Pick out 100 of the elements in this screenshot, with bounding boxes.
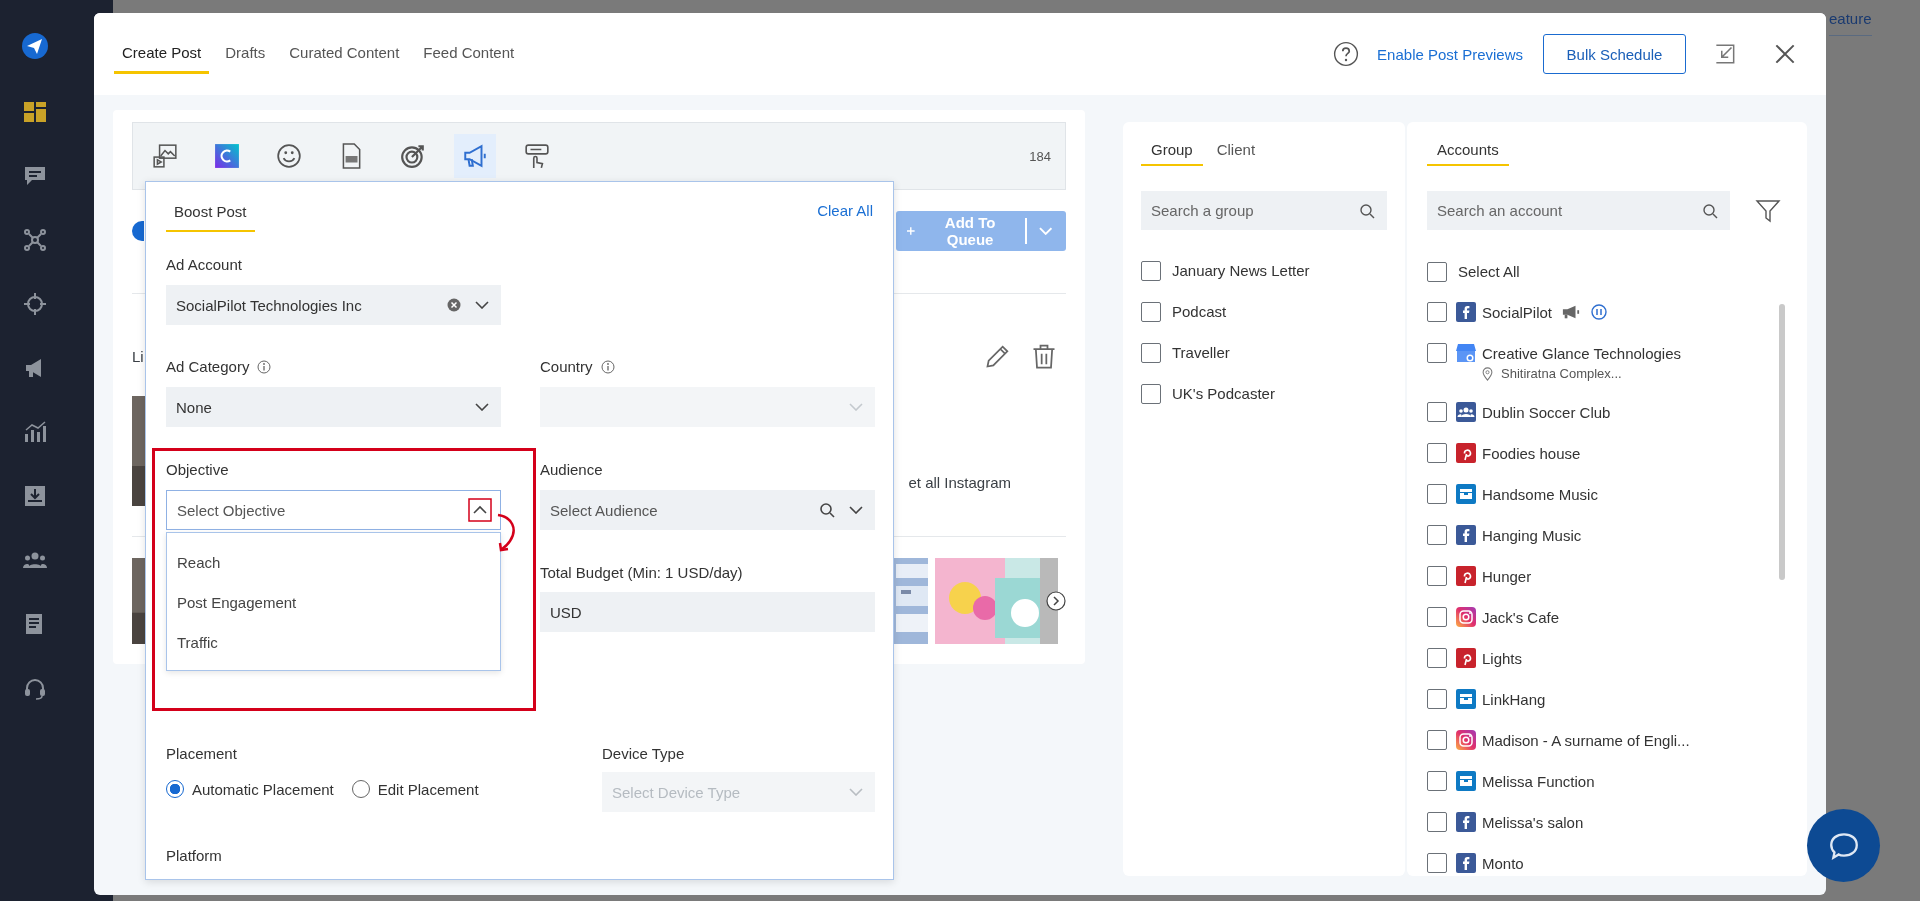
toggle-switch[interactable] bbox=[132, 221, 144, 241]
search-icon[interactable] bbox=[1702, 203, 1718, 219]
ad-account-select[interactable]: SocialPilot Technologies Inc bbox=[166, 285, 501, 325]
checkbox[interactable] bbox=[1427, 812, 1447, 832]
objective-select[interactable]: Select Objective bbox=[166, 490, 501, 530]
checkbox[interactable] bbox=[1427, 302, 1447, 322]
clear-all-link[interactable]: Clear All bbox=[817, 201, 873, 219]
dropdown-option[interactable]: Traffic bbox=[167, 623, 500, 663]
group-name[interactable]: Traveller bbox=[1172, 344, 1230, 361]
facebook-icon bbox=[1456, 853, 1476, 873]
checkbox[interactable] bbox=[1141, 342, 1161, 363]
caret-icon[interactable] bbox=[468, 498, 492, 522]
checkbox[interactable] bbox=[1427, 525, 1447, 545]
briefcase-icon bbox=[1456, 484, 1476, 504]
tab[interactable]: Feed Content bbox=[415, 34, 523, 74]
group-name[interactable]: January News Letter bbox=[1172, 262, 1310, 279]
media-icon[interactable] bbox=[152, 143, 178, 169]
briefcase-icon bbox=[1456, 771, 1476, 791]
account-name[interactable]: Jack's Cafe bbox=[1482, 608, 1560, 626]
ad-category-select[interactable]: None bbox=[166, 387, 501, 427]
dashboard-icon[interactable] bbox=[22, 100, 47, 124]
instagram-icon bbox=[1456, 730, 1476, 750]
checkbox[interactable] bbox=[1141, 301, 1161, 322]
next-icon[interactable] bbox=[1046, 591, 1066, 611]
emoji-icon[interactable] bbox=[276, 143, 302, 169]
search-icon[interactable] bbox=[1359, 203, 1375, 219]
info-icon[interactable] bbox=[600, 360, 615, 374]
account-name[interactable]: Hanging Music bbox=[1482, 526, 1582, 544]
chart-icon[interactable] bbox=[22, 420, 47, 444]
pause-icon[interactable] bbox=[1590, 304, 1609, 320]
account-name[interactable]: Creative Glance Technologies bbox=[1482, 344, 1681, 362]
canva-icon[interactable] bbox=[214, 143, 240, 169]
select-all-label[interactable]: Select All bbox=[1458, 263, 1520, 280]
pinterest-icon bbox=[1456, 648, 1476, 668]
info-icon[interactable] bbox=[257, 360, 272, 374]
tab[interactable]: Curated Content bbox=[281, 34, 408, 74]
megaphone-icon[interactable] bbox=[462, 143, 488, 169]
field-label: Audience bbox=[540, 460, 604, 480]
checkbox[interactable] bbox=[1427, 402, 1447, 422]
tab[interactable]: Accounts bbox=[1427, 136, 1509, 166]
headset-icon[interactable] bbox=[22, 676, 47, 700]
checkbox[interactable] bbox=[1427, 261, 1447, 282]
placement-option[interactable]: Edit Placement bbox=[351, 780, 479, 798]
audience-select[interactable]: Select Audience bbox=[540, 490, 875, 530]
field-label: Ad Account bbox=[166, 255, 243, 275]
pointer-icon[interactable] bbox=[524, 143, 550, 169]
field-label: Country bbox=[540, 357, 593, 377]
account-name[interactable]: Hunger bbox=[1482, 567, 1532, 585]
checkbox[interactable] bbox=[1427, 443, 1447, 463]
checkbox[interactable] bbox=[1427, 343, 1447, 363]
group-name[interactable]: UK's Podcaster bbox=[1172, 385, 1275, 402]
download-icon[interactable] bbox=[22, 484, 47, 508]
checkbox[interactable] bbox=[1141, 260, 1161, 281]
checkbox[interactable] bbox=[1141, 383, 1161, 404]
account-name[interactable]: SocialPilot bbox=[1482, 303, 1553, 321]
search-field[interactable]: Search a group bbox=[1141, 191, 1387, 230]
checkbox[interactable] bbox=[1427, 730, 1447, 750]
search-field[interactable]: Search an account bbox=[1427, 191, 1730, 230]
account-name[interactable]: Dublin Soccer Club bbox=[1482, 403, 1611, 421]
chevron-icon bbox=[849, 506, 863, 514]
account-name[interactable]: Foodies house bbox=[1482, 444, 1581, 462]
account-name[interactable]: Handsome Music bbox=[1482, 485, 1598, 503]
clear-icon[interactable] bbox=[447, 298, 461, 312]
field-label: Device Type bbox=[602, 744, 686, 764]
account-name[interactable]: LinkHang bbox=[1482, 690, 1546, 708]
dropdown-option[interactable]: Post Engagement bbox=[167, 583, 500, 623]
checkbox[interactable] bbox=[1427, 853, 1447, 873]
checkbox[interactable] bbox=[1427, 566, 1447, 586]
checkbox[interactable] bbox=[1427, 689, 1447, 709]
checkbox[interactable] bbox=[1427, 607, 1447, 627]
account-name[interactable]: Monto bbox=[1482, 854, 1524, 872]
crosshair-icon[interactable] bbox=[22, 292, 47, 316]
network-icon[interactable] bbox=[22, 228, 47, 252]
account-name[interactable]: Melissa's salon bbox=[1482, 813, 1584, 831]
chat-icon[interactable] bbox=[22, 164, 47, 188]
dropdown-option[interactable]: Reach bbox=[167, 543, 500, 583]
briefcase-icon bbox=[1456, 689, 1476, 709]
account-name[interactable]: Melissa Function bbox=[1482, 772, 1595, 790]
tab[interactable]: Group bbox=[1141, 136, 1203, 166]
account-name[interactable]: Madison - A surname of Engli... bbox=[1482, 731, 1690, 749]
facebook-icon bbox=[1456, 302, 1476, 322]
account-name[interactable]: Lights bbox=[1482, 649, 1523, 667]
tab[interactable]: Client bbox=[1206, 136, 1266, 166]
tab[interactable]: Boost Post bbox=[166, 203, 255, 232]
instagram-icon bbox=[1456, 607, 1476, 627]
preview-link[interactable]: Enable Post Previews bbox=[1377, 45, 1523, 63]
tab[interactable]: Drafts bbox=[217, 34, 274, 74]
search-icon[interactable] bbox=[819, 502, 835, 518]
checkbox[interactable] bbox=[1427, 648, 1447, 668]
bulk-schedule-button[interactable]: Bulk Schedule bbox=[1543, 34, 1686, 74]
help-icon[interactable] bbox=[1333, 41, 1360, 67]
checkbox[interactable] bbox=[1427, 771, 1447, 791]
placement-option[interactable]: Automatic Placement bbox=[166, 780, 334, 798]
checkbox[interactable] bbox=[1427, 484, 1447, 504]
group-name[interactable]: Podcast bbox=[1172, 303, 1227, 320]
tab[interactable]: Create Post bbox=[114, 34, 210, 74]
target-icon[interactable] bbox=[400, 143, 426, 169]
budget-field[interactable]: USD bbox=[540, 592, 875, 632]
logo-icon[interactable] bbox=[20, 32, 49, 60]
filter-icon[interactable] bbox=[1755, 198, 1781, 224]
